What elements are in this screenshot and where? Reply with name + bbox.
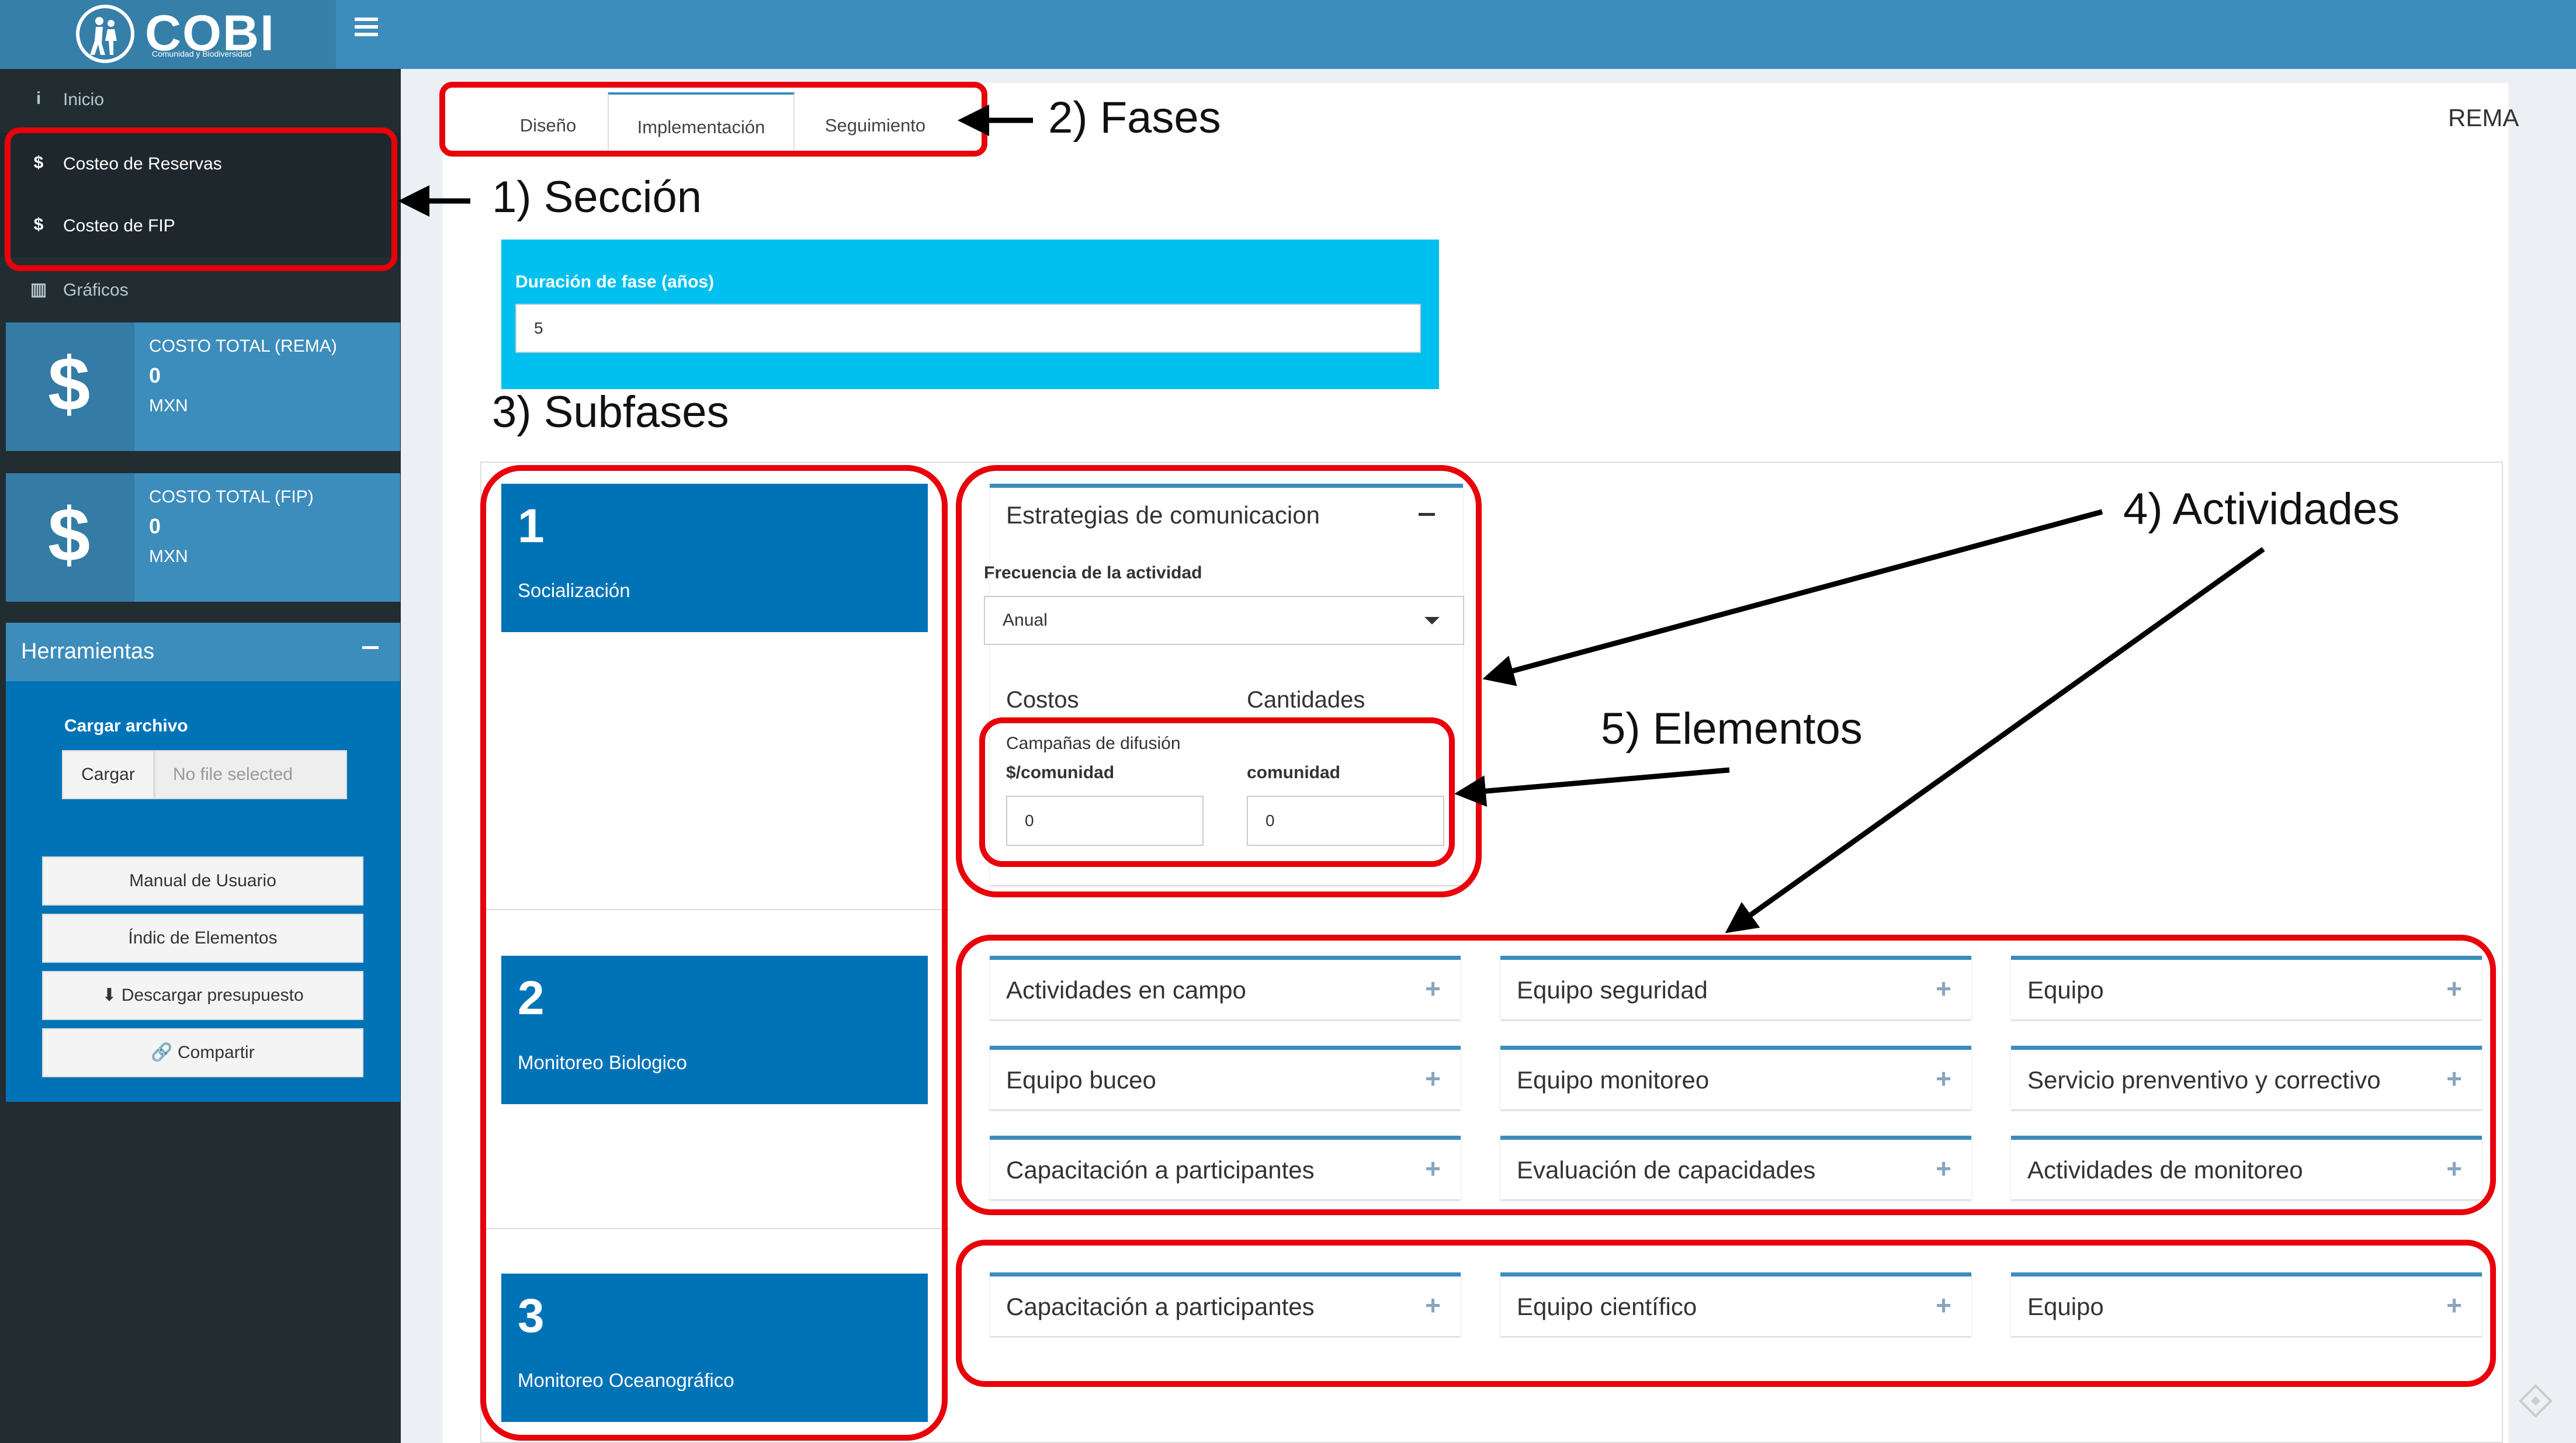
annotation-label-seccion: 1) Sección bbox=[492, 172, 702, 222]
annotation-label-elementos: 5) Elementos bbox=[1601, 704, 1863, 754]
annotation-label-actividades: 4) Actividades bbox=[2123, 484, 2400, 534]
annotation-label-subfases: 3) Subfases bbox=[492, 387, 729, 437]
diamond-icon bbox=[2519, 1384, 2553, 1418]
annotation-arrows bbox=[398, 105, 2265, 934]
annotation-label-fases: 2) Fases bbox=[1048, 93, 1221, 143]
